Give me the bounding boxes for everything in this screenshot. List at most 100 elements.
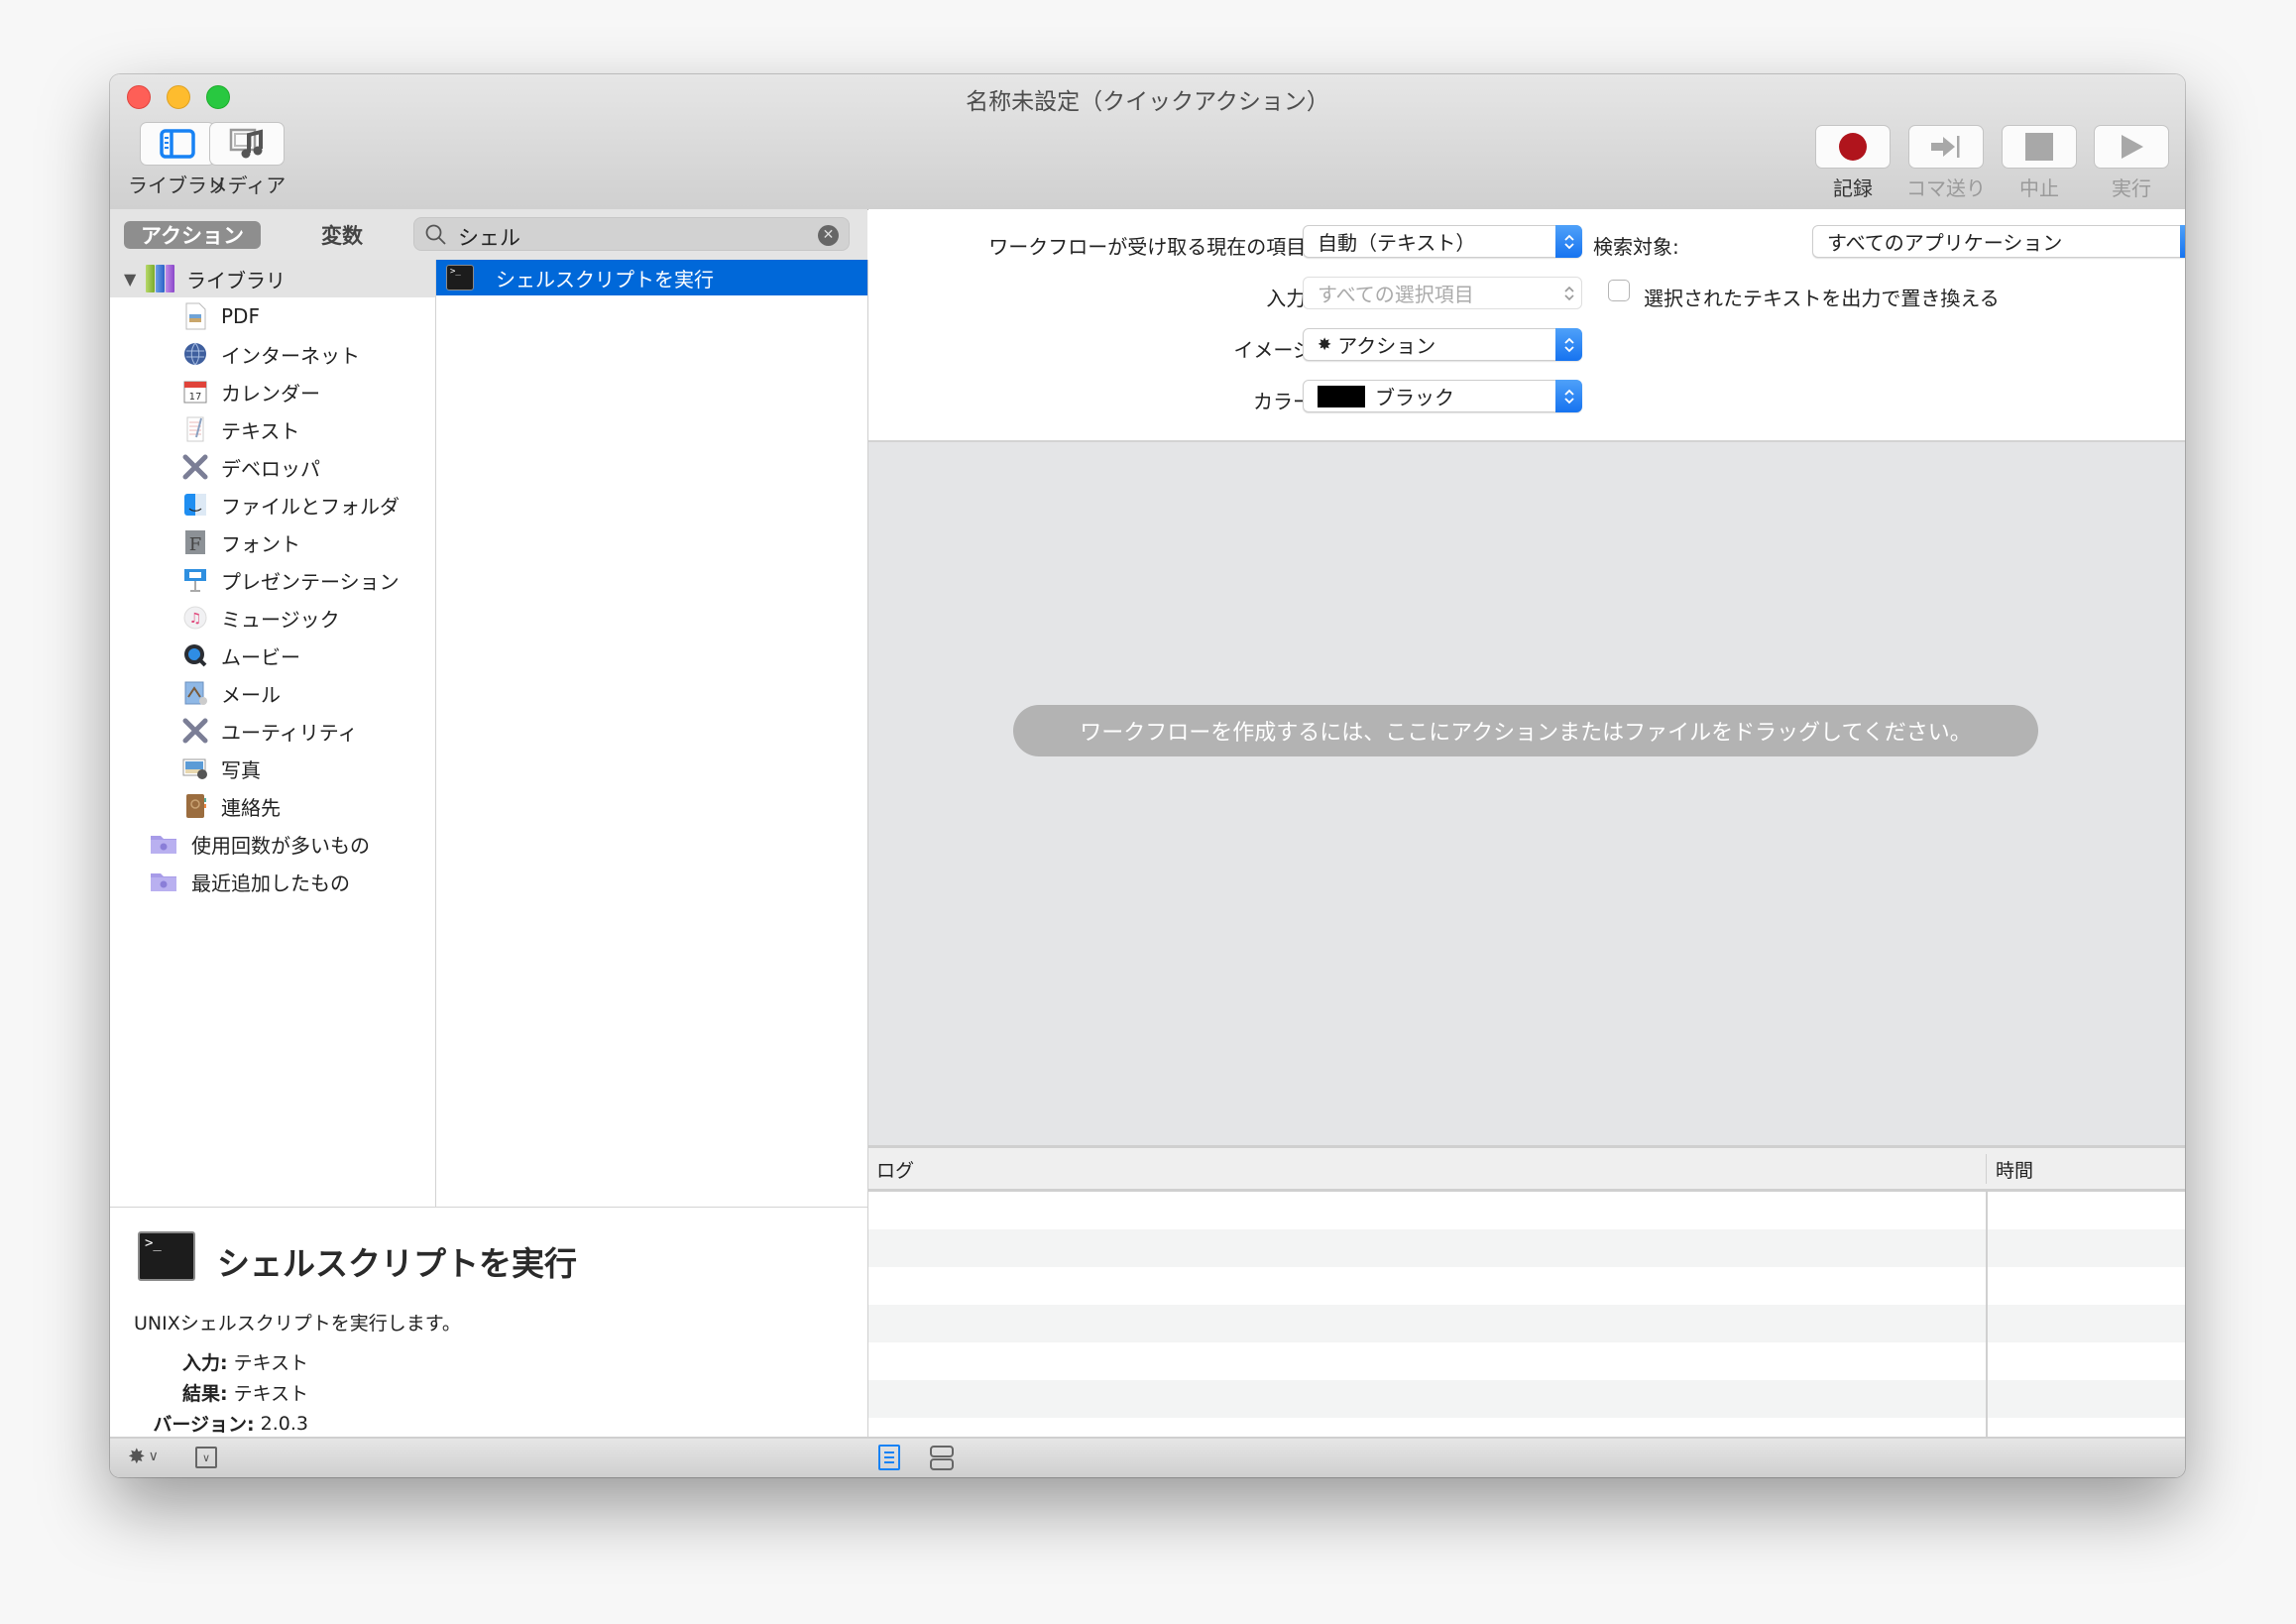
terminal-prompt-glyph: >_	[145, 1235, 162, 1251]
search-target-value: すべてのアプリケーション	[1827, 231, 2063, 255]
color-popup[interactable]: ブラック	[1303, 380, 1582, 412]
library-toggle-button[interactable]	[140, 122, 215, 166]
stop-button[interactable]	[2002, 125, 2077, 169]
window-title: 名称未設定（クイックアクション）	[966, 89, 1329, 115]
library-category-item[interactable]: 連絡先	[110, 787, 435, 825]
svg-text:F: F	[189, 534, 202, 555]
library-category-label: インターネット	[221, 343, 360, 368]
popup-chevron-icon	[1555, 225, 1582, 258]
color-swatch	[1318, 385, 1365, 407]
font-icon: F	[181, 528, 209, 556]
smart-folder-item[interactable]: 使用回数が多いもの	[110, 825, 435, 863]
library-category-item[interactable]: F フォント	[110, 523, 435, 561]
run-label: 実行	[2112, 176, 2151, 200]
presentation-icon	[181, 566, 209, 594]
popup-chevron-icon	[1555, 380, 1582, 412]
step-button[interactable]	[1908, 125, 1984, 169]
action-item-label: シェルスクリプトを実行	[496, 267, 714, 291]
toggle-description-button[interactable]: ∨	[195, 1447, 217, 1468]
library-category-label: ファイルとフォルダ	[221, 494, 400, 519]
pdf-icon	[181, 302, 209, 330]
library-filter-bar: アクション 変数 シェル ✕	[110, 209, 867, 261]
step-icon	[1931, 136, 1960, 158]
globe-icon	[181, 340, 209, 368]
replace-text-checkbox[interactable]	[1608, 280, 1630, 301]
chevron-down-icon: ∨	[201, 1450, 211, 1464]
library-category-item[interactable]: ムービー	[110, 637, 435, 674]
tab-variables[interactable]: 変数	[292, 221, 392, 249]
split-view-icon	[930, 1446, 954, 1470]
library-category-item[interactable]: メール	[110, 674, 435, 712]
color-value: ブラック	[1375, 386, 1454, 409]
library-tree: ▼ ライブラリ PDF インターネット 17 カレンダーテキスト デベロッパファイルとフ…	[110, 260, 436, 1207]
library-category-label: カレンダー	[221, 381, 320, 406]
replace-text-label: 選択されたテキストを出力で置き換える	[1644, 287, 2000, 310]
library-root[interactable]: ▼ ライブラリ	[110, 260, 435, 297]
split-view-button[interactable]	[929, 1445, 955, 1476]
action-item-run-shell-script[interactable]: >_ シェルスクリプトを実行	[436, 260, 867, 295]
tab-actions[interactable]: アクション	[124, 221, 261, 249]
search-target-popup[interactable]: すべてのアプリケーション	[1812, 225, 2185, 258]
smart-folder-item[interactable]: 最近追加したもの	[110, 863, 435, 900]
chevron-down-icon: ∨	[148, 1449, 159, 1464]
gear-menu-button[interactable]: ✸ ∨	[128, 1445, 159, 1468]
input-value: すべての選択項目	[1318, 283, 1474, 306]
action-description-panel: >_ シェルスクリプトを実行 UNIXシェルスクリプトを実行します。 入力: テ…	[110, 1207, 868, 1438]
library-category-item[interactable]: インターネット	[110, 335, 435, 373]
library-category-item[interactable]: ユーティリティ	[110, 712, 435, 750]
search-icon	[425, 224, 446, 245]
calendar-icon: 17	[181, 378, 209, 406]
smart-folder-label: 使用回数が多いもの	[191, 833, 370, 858]
library-category-item[interactable]: 写真	[110, 750, 435, 787]
stop-icon	[2025, 133, 2053, 161]
terminal-icon: >_	[138, 1231, 195, 1281]
media-button[interactable]	[209, 122, 285, 166]
receives-label: ワークフローが受け取る現在の項目:	[988, 235, 1313, 259]
automator-window: 名称未設定（クイックアクション） ライブラリ メディア 記録 コマ送り 中止 実…	[110, 74, 2185, 1477]
library-books-icon	[146, 265, 174, 292]
gear-icon: ✸	[1318, 334, 1332, 355]
popup-chevron-icon	[2180, 225, 2185, 258]
library-category-item[interactable]: デベロッパ	[110, 448, 435, 486]
finder-icon	[181, 491, 209, 519]
bottom-bar: ✸ ∨ ∨	[110, 1437, 2185, 1477]
library-category-item[interactable]: PDF	[110, 297, 435, 335]
column-divider[interactable]	[1986, 1154, 1987, 1184]
receives-popup[interactable]: 自動（テキスト）	[1303, 225, 1582, 258]
library-category-item[interactable]: テキスト	[110, 410, 435, 448]
library-category-label: プレゼンテーション	[221, 569, 400, 594]
photos-icon	[181, 754, 209, 782]
input-popup[interactable]: すべての選択項目	[1303, 277, 1582, 309]
library-category-item[interactable]: プレゼンテーション	[110, 561, 435, 599]
list-view-button[interactable]	[878, 1445, 900, 1470]
log-column-divider	[1986, 1192, 1988, 1437]
record-button[interactable]	[1815, 125, 1891, 169]
image-value: アクション	[1337, 334, 1436, 358]
popup-chevron-icon	[1555, 328, 1582, 361]
library-category-item[interactable]: ファイルとフォルダ	[110, 486, 435, 523]
run-button[interactable]	[2094, 125, 2169, 169]
library-category-item[interactable]: ♫ ミュージック	[110, 599, 435, 637]
log-column-header[interactable]: ログ	[876, 1156, 914, 1183]
smart-folder-icon	[148, 868, 179, 895]
workflow-hint: ワークフローを作成するには、ここにアクションまたはファイルをドラッグしてください…	[1013, 705, 2038, 756]
image-popup[interactable]: ✸ アクション	[1303, 328, 1582, 361]
library-root-label: ライブラリ	[186, 268, 286, 292]
library-category-item[interactable]: 17 カレンダー	[110, 373, 435, 410]
media-icon	[229, 128, 263, 159]
library-category-label: PDF	[221, 304, 260, 328]
gear-icon: ✸	[128, 1445, 146, 1468]
search-field[interactable]: シェル ✕	[413, 217, 850, 251]
receives-value: 自動（テキスト）	[1318, 231, 1476, 255]
record-icon	[1839, 133, 1867, 161]
library-category-label: 連絡先	[221, 795, 281, 820]
workflow-drop-area[interactable]: ワークフローを作成するには、ここにアクションまたはファイルをドラッグしてください…	[868, 442, 2185, 1145]
disclosure-triangle-icon[interactable]: ▼	[124, 270, 146, 289]
mail-icon	[181, 679, 209, 707]
workflow-settings: ワークフローが受け取る現在の項目: 自動（テキスト） 検索対象: すべてのアプリ…	[868, 209, 2185, 442]
library-category-label: ムービー	[221, 644, 300, 669]
search-input[interactable]: シェル	[458, 222, 520, 252]
time-column-header[interactable]: 時間	[1996, 1156, 2033, 1183]
clear-search-icon[interactable]: ✕	[818, 225, 839, 246]
library-category-label: 写真	[221, 757, 261, 782]
